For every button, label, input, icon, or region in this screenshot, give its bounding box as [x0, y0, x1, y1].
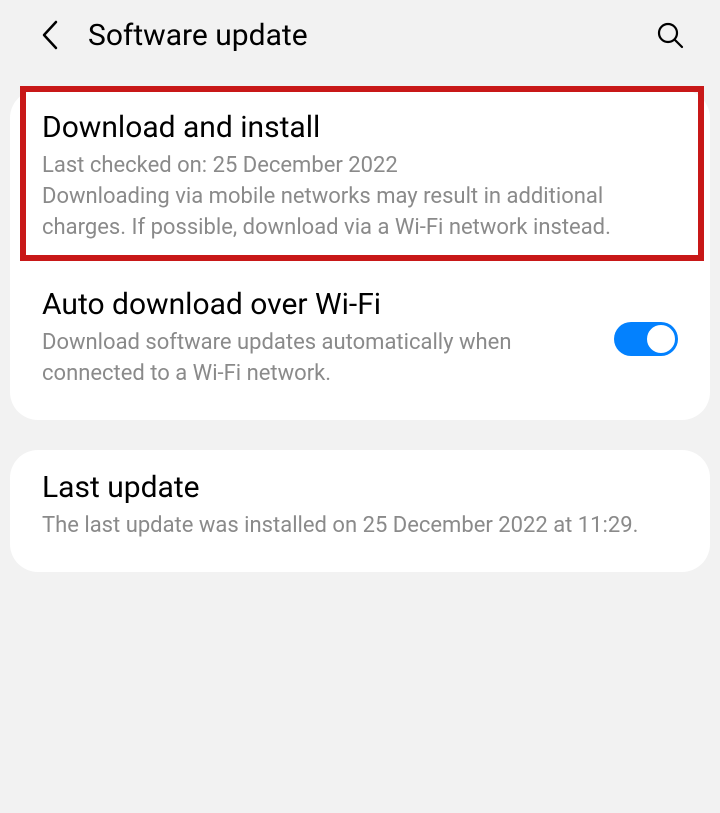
page-title: Software update — [88, 18, 650, 53]
last-update-title: Last update — [42, 470, 678, 505]
auto-download-toggle[interactable] — [614, 322, 678, 356]
chevron-left-icon — [41, 20, 59, 50]
auto-download-item[interactable]: Auto download over Wi-Fi Download softwa… — [10, 263, 710, 420]
back-button[interactable] — [30, 15, 70, 55]
toggle-knob — [646, 324, 676, 354]
download-install-title: Download and install — [42, 110, 678, 145]
auto-download-title: Auto download over Wi-Fi — [42, 287, 598, 322]
last-update-item[interactable]: Last update The last update was installe… — [10, 450, 710, 572]
search-icon — [656, 21, 684, 49]
header: Software update — [0, 0, 720, 70]
settings-group-2: Last update The last update was installe… — [10, 450, 710, 572]
last-update-desc: The last update was installed on 25 Dece… — [42, 511, 678, 542]
download-install-last-checked: Last checked on: 25 December 2022 — [42, 151, 678, 182]
auto-download-desc: Download software updates automatically … — [42, 328, 598, 390]
settings-group-1: Download and install Last checked on: 25… — [10, 90, 710, 420]
search-button[interactable] — [650, 15, 690, 55]
download-install-warning: Downloading via mobile networks may resu… — [42, 182, 678, 244]
download-install-item[interactable]: Download and install Last checked on: 25… — [10, 90, 710, 263]
